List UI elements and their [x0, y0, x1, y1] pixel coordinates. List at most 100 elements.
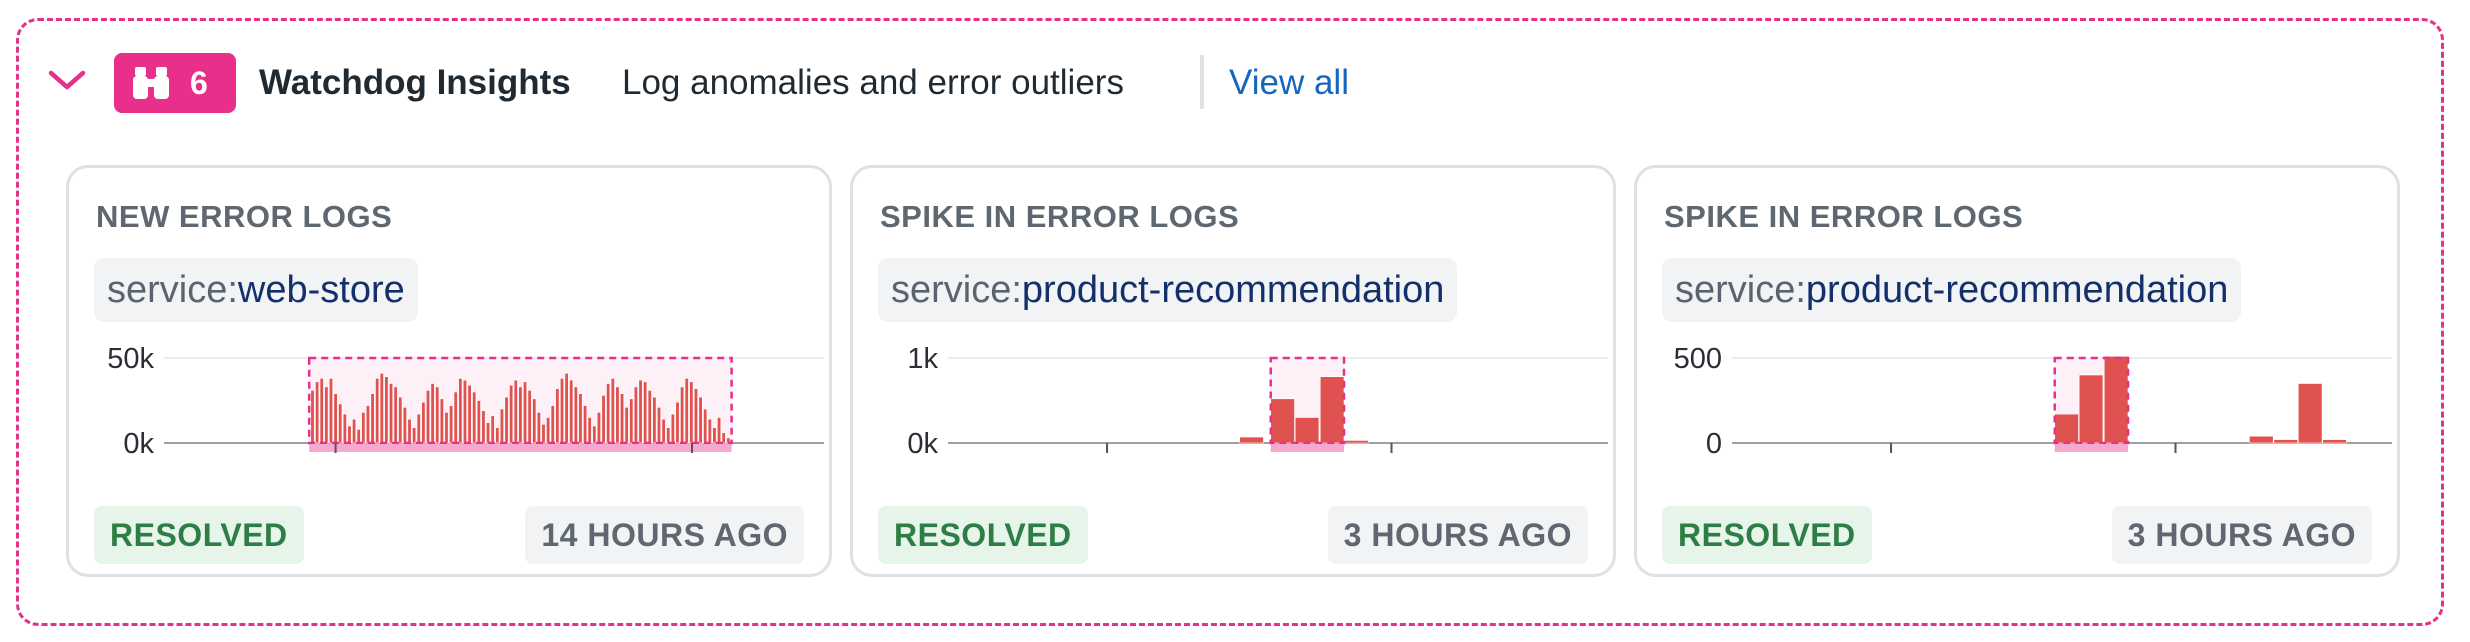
bar — [2054, 413, 2079, 444]
bar — [652, 396, 657, 444]
tag-value: product-recommendation — [1021, 269, 1445, 311]
bar — [389, 383, 394, 444]
error-logs-chart: 1k0k09:0010:00 — [907, 343, 1608, 458]
bar — [356, 429, 361, 444]
status-badge: RESOLVED — [94, 506, 304, 564]
bar — [2322, 439, 2347, 444]
bar — [472, 391, 477, 444]
chevron-down-icon[interactable] — [45, 65, 89, 95]
panel-title: Watchdog Insights — [259, 63, 571, 102]
header-divider — [1200, 55, 1204, 109]
view-all-link[interactable]: View all — [1229, 61, 1349, 105]
panel-subtitle: Log anomalies and error outliers — [622, 63, 1124, 102]
bar — [481, 410, 486, 444]
bar — [638, 379, 643, 444]
bar — [564, 372, 569, 444]
bar — [2249, 435, 2274, 444]
bar — [527, 389, 532, 444]
bar — [610, 378, 615, 444]
bar — [421, 401, 426, 444]
bar — [2078, 374, 2104, 444]
bar — [670, 413, 675, 444]
bar — [449, 405, 454, 444]
bar — [596, 412, 601, 444]
status-badge: RESOLVED — [1662, 506, 1872, 564]
bar — [546, 417, 551, 444]
bar — [402, 407, 407, 444]
bar — [342, 413, 347, 444]
bar — [717, 417, 722, 444]
bar — [379, 372, 384, 444]
bar — [412, 427, 417, 444]
bar — [513, 379, 518, 444]
bar — [324, 386, 329, 444]
bar — [499, 408, 504, 444]
bar — [319, 378, 324, 444]
insight-card-3[interactable]: SPIKE IN ERROR LOGS service:product-reco… — [1634, 165, 2400, 577]
y-tick-label: 0k — [907, 428, 938, 458]
bar — [541, 424, 546, 444]
bar — [338, 403, 343, 444]
bar — [375, 378, 380, 444]
insight-card-1[interactable]: NEW ERROR LOGS service:web-store 50k0kMo… — [66, 165, 832, 577]
bar — [624, 407, 629, 444]
bar — [633, 386, 638, 444]
bar — [680, 386, 685, 444]
tag-key: service: — [107, 269, 238, 311]
insights-count-badge[interactable]: 6 — [114, 53, 236, 113]
bar — [518, 386, 523, 444]
bar — [504, 396, 509, 444]
tag-value: web-store — [237, 269, 405, 311]
age-badge: 3 HOURS AGO — [2111, 506, 2372, 564]
anomaly-time-band — [2054, 444, 2128, 452]
bar — [666, 427, 671, 444]
service-tag[interactable]: service:web-store — [94, 258, 418, 322]
service-tag[interactable]: service:product-recommendation — [878, 258, 1458, 322]
bar — [675, 401, 680, 444]
bar — [416, 413, 421, 444]
bar — [453, 391, 458, 444]
bar — [629, 398, 634, 444]
bar — [703, 408, 708, 444]
bar — [2103, 355, 2129, 444]
bar — [476, 400, 481, 444]
bar — [328, 378, 333, 444]
bar — [2273, 439, 2298, 444]
y-tick-label: 1k — [907, 343, 938, 375]
bar — [647, 389, 652, 444]
bar — [615, 386, 620, 444]
card-title: SPIKE IN ERROR LOGS — [880, 199, 1240, 234]
age-badge: 3 HOURS AGO — [1327, 506, 1588, 564]
badge-count: 6 — [190, 65, 208, 101]
bar — [370, 393, 375, 444]
bar — [1270, 398, 1295, 444]
bar — [712, 427, 717, 444]
bar — [444, 412, 449, 444]
card-title: SPIKE IN ERROR LOGS — [1664, 199, 2024, 234]
bar — [310, 389, 315, 444]
bar — [583, 405, 588, 444]
insight-card-2[interactable]: SPIKE IN ERROR LOGS service:product-reco… — [850, 165, 1616, 577]
bar — [532, 398, 537, 444]
panel-header: 6 Watchdog Insights Log anomalies and er… — [19, 21, 2441, 131]
bar — [467, 384, 472, 444]
bar — [592, 425, 597, 444]
bar — [693, 388, 698, 444]
y-tick-label: 0k — [123, 428, 154, 458]
bar — [578, 393, 583, 444]
bar — [398, 396, 403, 444]
watchdog-insights-panel: 6 Watchdog Insights Log anomalies and er… — [16, 18, 2444, 626]
error-logs-chart: 500009:0010:00 — [1674, 343, 2392, 458]
bar — [1344, 440, 1369, 444]
anomaly-time-band — [309, 444, 732, 452]
bar — [523, 381, 528, 444]
y-tick-label: 0 — [1706, 428, 1722, 458]
bar — [425, 389, 431, 444]
tag-key: service: — [891, 269, 1022, 311]
bar — [430, 383, 435, 444]
y-tick-label: 500 — [1674, 343, 1722, 375]
y-tick-label: 50k — [107, 343, 154, 375]
bar — [601, 395, 606, 444]
bar — [458, 378, 463, 444]
service-tag[interactable]: service:product-recommendation — [1662, 258, 2242, 322]
